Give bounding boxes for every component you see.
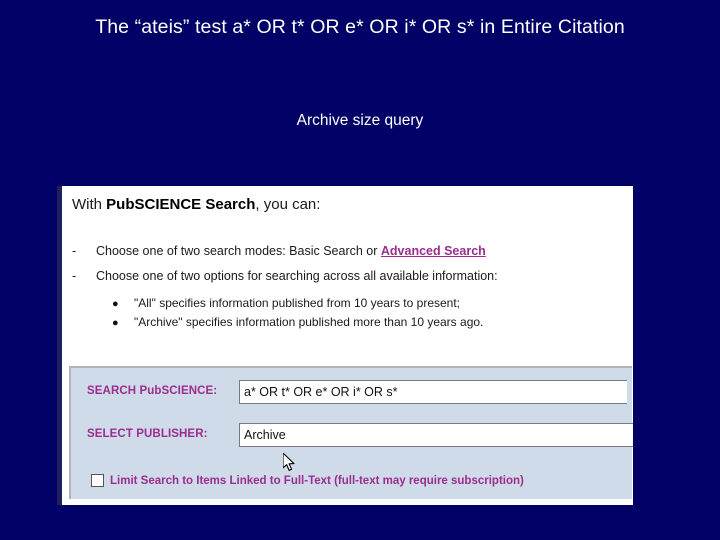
screenshot-content: With PubSCIENCE Search, you can: - Choose…: [62, 186, 633, 505]
advanced-search-link[interactable]: Advanced Search: [381, 244, 486, 258]
search-field-label: SEARCH PubSCIENCE:: [87, 385, 218, 397]
list-item: - Choose one of two search modes: Basic S…: [72, 244, 486, 258]
bullet-dot-icon: ●: [112, 298, 119, 310]
intro-line: With PubSCIENCE Search, you can:: [72, 196, 320, 213]
list-item-text: Choose one of two options for searching …: [96, 269, 498, 283]
list-item-text: "Archive" specifies information publishe…: [134, 315, 484, 329]
intro-suffix: , you can:: [255, 196, 321, 213]
list-item-text: "All" specifies information published fr…: [134, 296, 461, 310]
publisher-field-row: SELECT PUBLISHER: Archive: [71, 423, 633, 449]
search-form-panel: SEARCH PubSCIENCE: a* OR t* OR e* OR i* …: [69, 366, 633, 499]
dash-marker: -: [72, 244, 77, 258]
list-item-text: Choose one of two search modes: Basic Se…: [96, 244, 381, 258]
publisher-input[interactable]: Archive: [239, 423, 633, 447]
dash-marker: -: [72, 269, 77, 283]
full-text-checkbox[interactable]: [91, 474, 104, 487]
bullet-dot-icon: ●: [112, 317, 119, 329]
slide-title: The “ateis” test a* OR t* OR e* OR i* OR…: [95, 16, 625, 38]
slide-subtitle: Archive size query: [296, 112, 424, 129]
list-item: ● "All" specifies information published f…: [112, 296, 460, 310]
embedded-screenshot: With PubSCIENCE Search, you can: - Choose…: [57, 186, 633, 505]
intro-prefix: With: [72, 196, 107, 213]
list-item: ● "Archive" specifies information publish…: [112, 315, 483, 329]
list-item: - Choose one of two options for searching…: [72, 269, 498, 283]
full-text-checkbox-row[interactable]: Limit Search to Items Linked to Full-Tex…: [91, 474, 524, 487]
product-name: PubSCIENCE Search: [106, 196, 256, 213]
search-input[interactable]: a* OR t* OR e* OR i* OR s*: [239, 380, 627, 404]
search-field-row: SEARCH PubSCIENCE: a* OR t* OR e* OR i* …: [71, 380, 632, 406]
full-text-checkbox-label: Limit Search to Items Linked to Full-Tex…: [110, 474, 524, 487]
publisher-field-label: SELECT PUBLISHER:: [87, 428, 208, 440]
